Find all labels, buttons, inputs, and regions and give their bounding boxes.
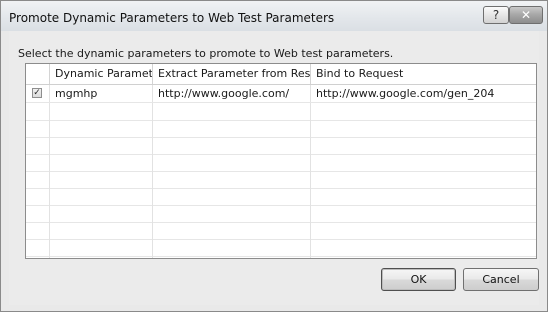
empty-cell: [50, 171, 153, 188]
empty-cell: [153, 171, 311, 188]
ok-button[interactable]: OK: [381, 268, 456, 291]
empty-table-row: [26, 137, 536, 155]
promote-checkbox[interactable]: ✓: [32, 88, 42, 98]
empty-table-row: [26, 154, 536, 172]
empty-cell: [153, 137, 311, 154]
help-icon: ?: [492, 8, 500, 22]
empty-cell: [153, 103, 311, 120]
empty-cell: [311, 239, 536, 256]
empty-cell: [26, 256, 50, 258]
empty-cell: [26, 239, 50, 256]
column-header-bind-to-request[interactable]: Bind to Request: [311, 64, 536, 84]
dialog-title: Promote Dynamic Parameters to Web Test P…: [9, 11, 335, 25]
empty-cell: [311, 103, 536, 120]
empty-cell: [311, 256, 536, 258]
empty-cell: [153, 222, 311, 239]
empty-cell: [153, 256, 311, 258]
empty-table-row: [26, 256, 536, 258]
empty-cell: [311, 188, 536, 205]
empty-cell: [50, 120, 153, 137]
empty-cell: [153, 205, 311, 222]
empty-table-row: [26, 120, 536, 138]
empty-cell: [50, 103, 153, 120]
help-button[interactable]: ?: [483, 6, 509, 24]
extract-from-cell: http://www.google.com/: [153, 85, 311, 102]
empty-cell: [50, 256, 153, 258]
empty-cell: [26, 103, 50, 120]
empty-cell: [26, 120, 50, 137]
cancel-button[interactable]: Cancel: [463, 268, 539, 291]
column-header-dynamic-parameter[interactable]: Dynamic Parameter: [50, 64, 153, 84]
checkmark-icon: ✓: [33, 88, 41, 98]
empty-table-row: [26, 188, 536, 206]
column-header-select[interactable]: [26, 64, 50, 84]
parameters-grid[interactable]: Dynamic Parameter Extract Parameter from…: [25, 63, 537, 259]
empty-cell: [50, 154, 153, 171]
select-cell: ✓: [26, 85, 50, 102]
empty-cell: [26, 188, 50, 205]
empty-cell: [26, 137, 50, 154]
empty-cell: [50, 222, 153, 239]
dialog-window: Promote Dynamic Parameters to Web Test P…: [0, 0, 548, 312]
empty-cell: [153, 120, 311, 137]
empty-cell: [311, 120, 536, 137]
dynamic-parameter-cell: mgmhp: [50, 85, 153, 102]
empty-cell: [153, 188, 311, 205]
empty-cell: [50, 188, 153, 205]
table-row[interactable]: ✓ mgmhp http://www.google.com/ http://ww…: [26, 85, 536, 103]
empty-cell: [50, 205, 153, 222]
empty-cell: [153, 154, 311, 171]
empty-cell: [311, 154, 536, 171]
instruction-text: Select the dynamic parameters to promote…: [18, 47, 394, 60]
empty-table-row: [26, 222, 536, 240]
column-header-extract-parameter[interactable]: Extract Parameter from Respo...: [153, 64, 311, 84]
empty-cell: [311, 205, 536, 222]
empty-cell: [26, 205, 50, 222]
empty-cell: [311, 171, 536, 188]
empty-table-row: [26, 239, 536, 257]
empty-table-row: [26, 103, 536, 121]
close-icon: ✕: [520, 8, 532, 22]
empty-cell: [26, 154, 50, 171]
empty-table-row: [26, 205, 536, 223]
title-bar[interactable]: Promote Dynamic Parameters to Web Test P…: [1, 1, 547, 31]
empty-cell: [153, 239, 311, 256]
empty-table-row: [26, 171, 536, 189]
close-button[interactable]: ✕: [509, 6, 543, 24]
empty-cell: [311, 137, 536, 154]
bind-to-request-cell: http://www.google.com/gen_204: [316, 87, 495, 100]
empty-cell: [50, 239, 153, 256]
grid-header: Dynamic Parameter Extract Parameter from…: [26, 64, 536, 85]
empty-cell: [26, 171, 50, 188]
empty-cell: [50, 137, 153, 154]
empty-cell: [311, 222, 536, 239]
empty-cell: [26, 222, 50, 239]
